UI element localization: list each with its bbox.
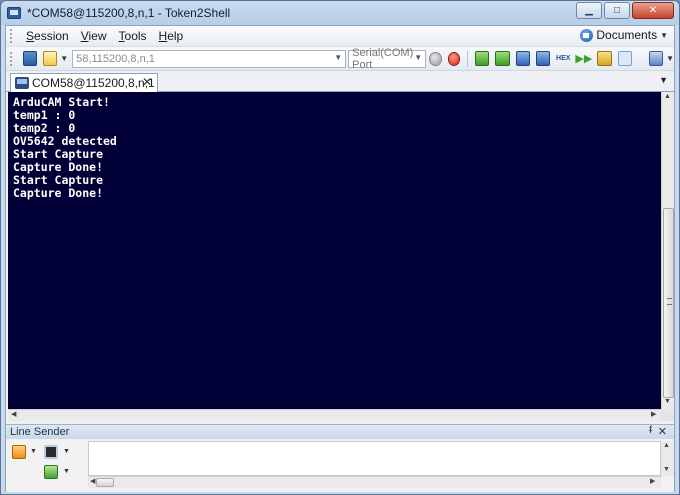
upload-icon[interactable] <box>495 51 510 66</box>
port-type-value: Serial(COM) Port <box>352 46 414 71</box>
app-window: *COM58@115200,8,n,1 - Token2Shell ▁ □ ✕ … <box>0 0 680 495</box>
scroll-left-icon[interactable]: ◀ <box>90 477 95 485</box>
download-icon[interactable] <box>475 51 490 66</box>
save-icon[interactable] <box>515 51 530 66</box>
log-icon[interactable] <box>535 51 551 66</box>
pin-icon[interactable]: ᵮ <box>649 425 652 436</box>
chevron-down-icon[interactable]: ▼ <box>414 53 422 62</box>
send-mode-icon[interactable] <box>44 445 58 459</box>
terminal-line: ArduCAM Start! <box>13 95 110 109</box>
scroll-down-icon[interactable]: ▼ <box>664 398 671 405</box>
connect-icon[interactable] <box>22 51 37 66</box>
address-value: 58,115200,8,n,1 <box>76 52 155 65</box>
hex-button[interactable]: HEX <box>556 55 570 62</box>
scroll-down-icon[interactable]: ▼ <box>663 466 670 473</box>
close-button[interactable]: ✕ <box>632 2 674 19</box>
terminal-line: OV5642 detected <box>13 134 117 148</box>
scroll-up-icon[interactable]: ▲ <box>664 93 671 100</box>
grip-icon[interactable] <box>10 51 14 66</box>
scroll-right-icon[interactable]: ▶ <box>650 477 655 485</box>
line-sender-close-icon[interactable]: ✕ <box>658 425 667 438</box>
client-area: Session View Tools Help Documents ▼ ▼ 58… <box>5 25 675 492</box>
terminal-line: Capture Done! <box>13 160 104 174</box>
line-ending-icon[interactable] <box>12 445 26 459</box>
tab-session[interactable]: COM58@115200,8,n,1 ✕ <box>10 73 158 92</box>
highlight-icon[interactable] <box>597 51 612 66</box>
line-sender-input[interactable] <box>88 441 661 476</box>
chevron-down-icon[interactable]: ▼ <box>666 54 674 63</box>
tab-list-icon[interactable]: ▼ <box>659 75 668 85</box>
terminal-horizontal-scrollbar[interactable]: ◀ ▶ <box>8 409 661 421</box>
chevron-down-icon[interactable]: ▼ <box>334 53 342 62</box>
connect-button[interactable] <box>429 51 442 66</box>
port-type-combo[interactable]: Serial(COM) Port ▼ <box>348 46 427 71</box>
window-title: *COM58@115200,8,n,1 - Token2Shell <box>27 6 231 20</box>
maximize-button[interactable]: □ <box>604 2 630 19</box>
disconnect-button[interactable] <box>447 51 461 66</box>
menu-tools[interactable]: Tools <box>113 27 153 45</box>
window-controls: ▁ □ ✕ <box>576 2 674 19</box>
toolbar: ▼ 58,115200,8,n,1 ▼ Serial(COM) Port ▼ H… <box>6 47 674 71</box>
chevron-down-icon[interactable]: ▼ <box>60 54 68 63</box>
line-sender-title: Line Sender <box>10 426 70 438</box>
terminal-line: Start Capture <box>13 173 104 187</box>
fast-forward-icon[interactable]: ▶▶ <box>575 52 592 65</box>
terminal-line: Capture Done! <box>13 186 104 200</box>
address-combo[interactable]: 58,115200,8,n,1 ▼ <box>72 49 347 68</box>
terminal-area: ArduCAM Start! temp1 : 0 temp2 : 0 OV564… <box>6 92 674 422</box>
line-sender-horizontal-scrollbar[interactable]: ◀ ▶ <box>88 476 661 488</box>
options-icon[interactable] <box>648 51 664 66</box>
line-sender-tools: ▼ ▼ ▼ <box>8 441 84 489</box>
terminal-line: temp1 : 0 <box>13 108 76 122</box>
scroll-left-icon[interactable]: ◀ <box>11 410 16 418</box>
scroll-thumb[interactable] <box>663 208 674 398</box>
chevron-down-icon[interactable]: ▼ <box>63 468 70 475</box>
menu-help[interactable]: Help <box>153 27 190 45</box>
tab-label: COM58@115200,8,n,1 <box>32 76 155 90</box>
terminal-vertical-scrollbar[interactable]: ▲ ▼ <box>661 92 674 409</box>
chevron-down-icon: ▼ <box>660 30 668 40</box>
documents-label: Documents <box>596 28 658 42</box>
grip-icon[interactable] <box>10 29 14 43</box>
toolbar-separator <box>467 50 469 67</box>
scroll-up-icon[interactable]: ▲ <box>663 442 670 449</box>
minimize-button[interactable]: ▁ <box>576 2 602 19</box>
tab-bar: COM58@115200,8,n,1 ✕ ▼ <box>6 71 674 92</box>
line-sender-header: Line Sender ᵮ ✕ <box>6 424 674 439</box>
chevron-down-icon[interactable]: ▼ <box>63 448 70 455</box>
line-sender-vertical-scrollbar[interactable]: ▲ ▼ <box>661 441 674 476</box>
select-icon[interactable] <box>617 51 632 66</box>
menu-view[interactable]: View <box>75 27 113 45</box>
terminal-icon <box>15 77 29 89</box>
terminal-line: Start Capture <box>13 147 104 161</box>
terminal-output[interactable]: ArduCAM Start! temp1 : 0 temp2 : 0 OV564… <box>8 92 661 409</box>
chevron-down-icon[interactable]: ▼ <box>30 448 37 455</box>
scroll-right-icon[interactable]: ▶ <box>651 410 656 418</box>
menu-bar: Session View Tools Help Documents ▼ <box>6 26 674 47</box>
grip-icon <box>667 298 672 305</box>
send-icon[interactable] <box>44 465 58 479</box>
menu-session[interactable]: Session <box>20 27 75 45</box>
scroll-thumb[interactable] <box>96 478 114 487</box>
documents-menu[interactable]: Documents ▼ <box>580 28 668 42</box>
terminal-app-icon[interactable] <box>7 7 21 19</box>
line-sender-panel: ▼ ▼ ▼ ▲ ▼ ◀ ▶ <box>6 439 674 492</box>
tab-close-icon[interactable]: ✕ <box>142 75 152 89</box>
home-icon <box>580 28 594 42</box>
scrollbar-corner <box>661 409 674 421</box>
edit-icon[interactable] <box>43 51 58 66</box>
title-bar[interactable]: *COM58@115200,8,n,1 - Token2Shell ▁ □ ✕ <box>1 1 679 25</box>
